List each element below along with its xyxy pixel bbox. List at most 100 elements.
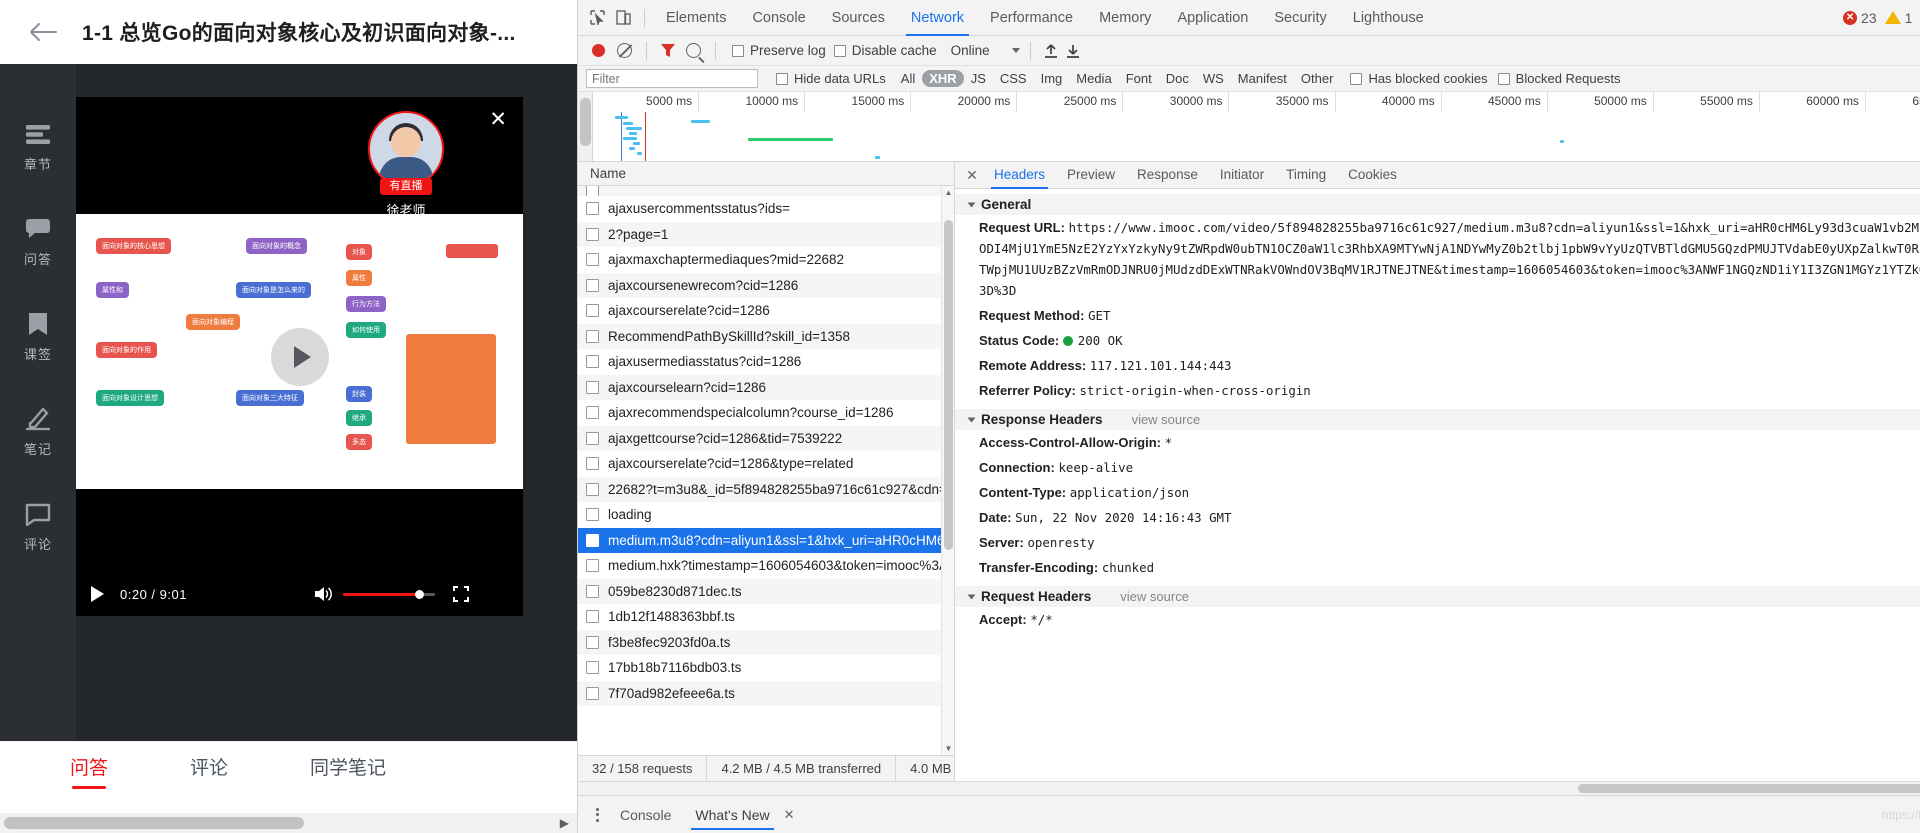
section-response-headers[interactable]: Response Headers view source (955, 409, 1920, 430)
volume-slider[interactable] (342, 589, 435, 599)
filter-funnel-icon[interactable] (661, 44, 675, 57)
back-arrow-icon[interactable] (26, 15, 60, 49)
fullscreen-icon[interactable] (452, 586, 469, 602)
request-list-scrollbar[interactable]: ▲ ▼ (941, 186, 954, 755)
scroll-down-arrow-icon[interactable]: ▼ (942, 742, 954, 755)
checkbox[interactable] (586, 253, 599, 267)
close-icon[interactable]: ✕ (784, 807, 795, 823)
table-row[interactable]: ajaxmaxchaptermediaques?mid=22682 (578, 247, 954, 273)
filter-type-doc[interactable]: Doc (1159, 70, 1196, 87)
tab-initiator[interactable]: Initiator (1209, 162, 1275, 189)
tab-performance[interactable]: Performance (977, 0, 1086, 36)
table-row[interactable]: 059be8230d871dec.ts (578, 578, 954, 604)
checkbox[interactable] (586, 661, 599, 675)
table-row[interactable]: ajaxcourserelate?cid=1286 (578, 298, 954, 324)
checkbox[interactable] (776, 72, 788, 85)
live-teacher-card[interactable]: 有直播 徐老师 (361, 111, 451, 219)
overview-timeline[interactable]: 5000 ms 10000 ms 15000 ms 20000 ms 25000… (593, 92, 1920, 161)
tab-timing[interactable]: Timing (1275, 162, 1337, 189)
checkbox[interactable] (586, 202, 599, 216)
tab-application[interactable]: Application (1164, 0, 1261, 36)
checkbox[interactable] (732, 44, 744, 57)
play-icon[interactable] (90, 586, 104, 602)
table-row[interactable]: ajaxcoursenewrecom?cid=1286 (578, 272, 954, 298)
sidebar-item-qa[interactable]: 问答 (0, 215, 76, 268)
checkbox[interactable] (586, 584, 599, 598)
import-har-icon[interactable] (1041, 41, 1061, 61)
disable-cache-checkbox[interactable]: Disable cache (833, 43, 937, 58)
export-har-icon[interactable] (1063, 41, 1083, 61)
filter-type-other[interactable]: Other (1294, 70, 1341, 87)
table-row[interactable]: medium.hxk?timestamp=1606054603&token=im… (578, 553, 954, 579)
table-row[interactable]: 22682?t=m3u8&_id=5f894828255ba9716c61c92… (578, 476, 954, 502)
checkbox[interactable] (586, 186, 599, 196)
tab-elements[interactable]: Elements (653, 0, 739, 36)
table-row[interactable]: ajaxcourselearn?cid=1286 (578, 374, 954, 400)
close-icon[interactable]: ✕ (489, 107, 507, 132)
checkbox[interactable] (586, 304, 599, 318)
tab-console[interactable]: Console (739, 0, 818, 36)
checkbox[interactable] (586, 686, 599, 700)
tab-classmate-notes[interactable]: 同学笔记 (310, 753, 386, 789)
section-request-headers[interactable]: Request Headers view source (955, 586, 1920, 607)
table-row[interactable]: 17bb18b7116bdb03.ts (578, 655, 954, 681)
table-row[interactable]: ajaxgettcourse?cid=1286&tid=7539222 (578, 425, 954, 451)
checkbox[interactable] (586, 559, 599, 573)
drawer-tab-console[interactable]: Console (608, 796, 683, 833)
volume-icon[interactable] (314, 586, 333, 602)
sidebar-item-comments[interactable]: 评论 (0, 500, 76, 553)
filter-type-ws[interactable]: WS (1196, 70, 1231, 87)
table-row[interactable]: f3be8fec9203fd0a.ts (578, 629, 954, 655)
hide-data-urls-checkbox[interactable]: Hide data URLs (776, 71, 886, 86)
device-toolbar-icon[interactable] (610, 5, 636, 31)
drawer-tab-whats-new[interactable]: What's New (683, 796, 781, 833)
scrollbar-thumb[interactable] (944, 220, 953, 550)
network-overview[interactable]: 5000 ms 10000 ms 15000 ms 20000 ms 25000… (578, 92, 1920, 162)
checkbox[interactable] (586, 457, 599, 471)
checkbox[interactable] (586, 329, 599, 343)
table-row[interactable]: 7f70ad982efeee6a.ts (578, 680, 954, 706)
more-tools-icon[interactable] (586, 804, 608, 826)
filter-type-img[interactable]: Img (1034, 70, 1070, 87)
table-row[interactable]: ajaxusercommentsstatus?ids= (578, 196, 954, 222)
table-row[interactable] (578, 186, 954, 196)
checkbox[interactable] (586, 508, 599, 522)
filter-type-font[interactable]: Font (1119, 70, 1159, 87)
request-list[interactable]: ajaxusercommentsstatus?ids= 2?page=1 aja… (578, 186, 954, 755)
filter-type-xhr[interactable]: XHR (922, 70, 964, 87)
has-blocked-cookies-checkbox[interactable]: Has blocked cookies (1350, 71, 1488, 86)
checkbox[interactable] (586, 227, 599, 241)
play-button-center[interactable] (270, 327, 329, 386)
sidebar-item-chapters[interactable]: 章节 (0, 120, 76, 173)
checkbox[interactable] (586, 533, 599, 547)
error-counter[interactable]: ✕ 23 (1843, 10, 1877, 26)
table-row[interactable]: 2?page=1 (578, 221, 954, 247)
checkbox[interactable] (586, 610, 599, 624)
scroll-up-arrow-icon[interactable]: ▲ (942, 186, 954, 199)
filter-type-media[interactable]: Media (1069, 70, 1118, 87)
checkbox[interactable] (586, 278, 599, 292)
blocked-requests-checkbox[interactable]: Blocked Requests (1497, 71, 1620, 86)
checkbox[interactable] (586, 406, 599, 420)
tab-preview[interactable]: Preview (1056, 162, 1126, 189)
tab-headers[interactable]: Headers (983, 162, 1056, 189)
tab-lighthouse[interactable]: Lighthouse (1340, 0, 1437, 36)
table-row[interactable]: ajaxrecommendspecialcolumn?course_id=128… (578, 400, 954, 426)
scrollbar-thumb[interactable] (580, 98, 591, 146)
detail-horizontal-scrollbar[interactable] (578, 781, 1920, 795)
tab-sources[interactable]: Sources (819, 0, 898, 36)
checkbox[interactable] (586, 635, 599, 649)
throttling-select[interactable]: Online (951, 43, 1020, 58)
section-general[interactable]: General (955, 194, 1920, 215)
checkbox[interactable] (833, 44, 846, 57)
table-row[interactable]: ajaxusermediasstatus?cid=1286 (578, 349, 954, 375)
sidebar-item-notes[interactable]: 笔记 (0, 405, 76, 458)
table-row-selected[interactable]: medium.m3u8?cdn=aliyun1&ssl=1&hxk_uri=aH… (578, 527, 954, 553)
close-icon[interactable]: ✕ (961, 164, 983, 186)
filter-input[interactable] (586, 69, 758, 88)
table-row[interactable]: loading (578, 502, 954, 528)
table-row[interactable]: RecommendPathBySkillId?skill_id=1358 (578, 323, 954, 349)
view-source-link[interactable]: view source (1120, 589, 1189, 604)
sidebar-item-bookmark[interactable]: 课签 (0, 310, 76, 363)
tab-cookies[interactable]: Cookies (1337, 162, 1408, 189)
